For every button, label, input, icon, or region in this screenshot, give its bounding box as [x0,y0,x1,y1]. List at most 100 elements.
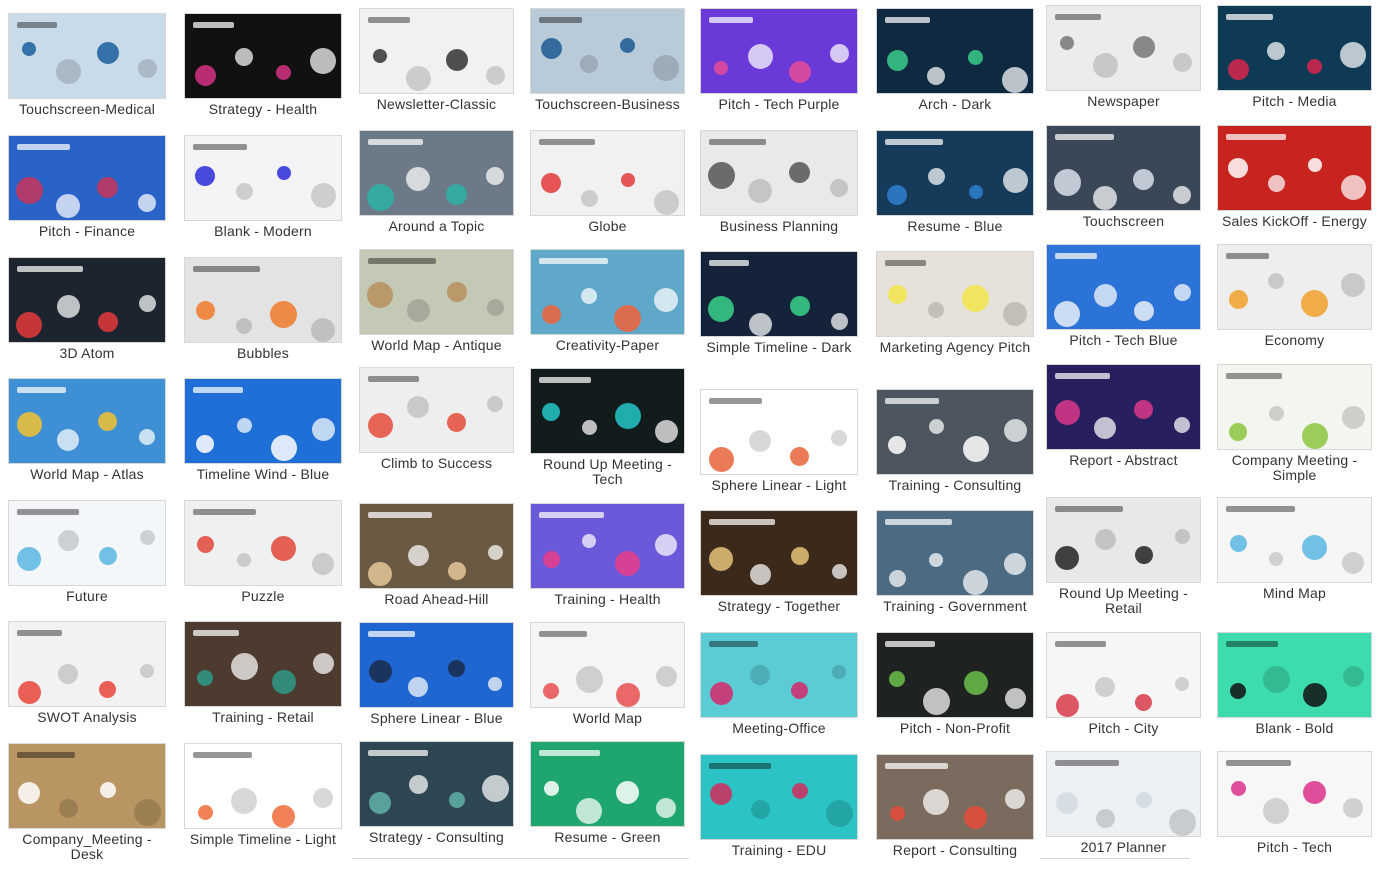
template-thumbnail[interactable] [8,621,166,707]
template-label[interactable]: 3D Atom [4,346,170,361]
template-label[interactable]: Pitch - Tech Blue [1042,333,1205,348]
template-thumbnail[interactable] [8,13,166,99]
template-thumbnail[interactable] [876,251,1034,337]
template-card-strategy-health[interactable]: Strategy - Health [184,13,342,133]
template-label[interactable]: Economy [1213,333,1376,348]
template-label[interactable]: Training - EDU [696,843,862,858]
template-label[interactable]: SWOT Analysis [4,710,170,725]
template-label[interactable]: Round Up Meeting - Tech [526,457,689,487]
template-label[interactable]: Strategy - Consulting [355,830,518,845]
template-card-pitch-media[interactable]: Pitch - Media [1217,5,1372,125]
template-card-meeting-office[interactable]: Meeting-Office [700,632,858,752]
template-label[interactable]: Around a Topic [355,219,518,234]
template-label[interactable]: Climb to Success [355,456,518,471]
template-label[interactable]: Sales KickOff - Energy [1213,214,1376,229]
template-thumbnail[interactable] [359,741,514,827]
template-card-pitch-tech-purple[interactable]: Pitch - Tech Purple [700,8,858,128]
template-label[interactable]: Blank - Modern [180,224,346,239]
template-label[interactable]: Training - Consulting [872,478,1038,493]
template-thumbnail[interactable] [359,622,514,708]
template-thumbnail[interactable] [876,389,1034,475]
template-label[interactable]: Pitch - Non-Profit [872,721,1038,736]
template-thumbnail[interactable] [8,743,166,829]
template-card-3d-atom[interactable]: 3D Atom [8,257,166,377]
template-card-globe[interactable]: Globe [530,130,685,250]
template-label[interactable]: Newspaper [1042,94,1205,109]
template-label[interactable]: Future [4,589,170,604]
template-card-company-meeting-simple[interactable]: Company Meeting - Simple [1217,364,1372,484]
template-card-creativity-paper[interactable]: Creativity-Paper [530,249,685,369]
template-card-training-edu[interactable]: Training - EDU [700,754,858,874]
template-card-world-map-atlas[interactable]: World Map - Atlas [8,378,166,498]
template-label[interactable]: World Map - Atlas [4,467,170,482]
template-card-puzzle[interactable]: Puzzle [184,500,342,620]
template-label[interactable]: Blank - Bold [1213,721,1376,736]
template-label[interactable]: Timeline Wind - Blue [180,467,346,482]
template-card-pitch-non-profit[interactable]: Pitch - Non-Profit [876,632,1034,752]
template-thumbnail[interactable] [359,249,514,335]
template-card-pitch-city[interactable]: Pitch - City [1046,632,1201,752]
template-thumbnail[interactable] [184,621,342,707]
template-thumbnail[interactable] [876,510,1034,596]
template-thumbnail[interactable] [184,378,342,464]
template-card-world-map[interactable]: World Map [530,622,685,742]
template-card-blank-bold[interactable]: Blank - Bold [1217,632,1372,752]
template-label[interactable]: Training - Government [872,599,1038,614]
template-card-round-up-meeting-retail[interactable]: Round Up Meeting - Retail [1046,497,1201,617]
template-card-business-planning[interactable]: Business Planning [700,130,858,250]
template-card-climb-to-success[interactable]: Climb to Success [359,367,514,487]
template-card-touchscreen-business[interactable]: Touchscreen-Business [530,8,685,128]
template-label[interactable]: Road Ahead-Hill [355,592,518,607]
template-card-newspaper[interactable]: Newspaper [1046,5,1201,125]
template-thumbnail[interactable] [8,500,166,586]
template-card-swot-analysis[interactable]: SWOT Analysis [8,621,166,741]
template-thumbnail[interactable] [1046,632,1201,718]
template-card-sphere-linear-blue[interactable]: Sphere Linear - Blue [359,622,514,742]
template-thumbnail[interactable] [700,8,858,94]
template-thumbnail[interactable] [530,130,685,216]
template-label[interactable]: Round Up Meeting - Retail [1042,586,1205,616]
template-thumbnail[interactable] [876,130,1034,216]
template-label[interactable]: 2017 Planner [1042,840,1205,855]
template-label[interactable]: Simple Timeline - Dark [696,340,862,355]
template-thumbnail[interactable] [1217,5,1372,91]
template-thumbnail[interactable] [184,743,342,829]
template-thumbnail[interactable] [530,368,685,454]
template-label[interactable]: Training - Retail [180,710,346,725]
template-thumbnail[interactable] [359,130,514,216]
template-card-pitch-tech[interactable]: Pitch - Tech [1217,751,1372,871]
template-card-sphere-linear-light[interactable]: Sphere Linear - Light [700,389,858,509]
template-label[interactable]: Newsletter-Classic [355,97,518,112]
template-thumbnail[interactable] [8,135,166,221]
template-thumbnail[interactable] [700,632,858,718]
template-thumbnail[interactable] [1217,244,1372,330]
template-label[interactable]: Mind Map [1213,586,1376,601]
template-thumbnail[interactable] [1046,497,1201,583]
template-card-bubbles[interactable]: Bubbles [184,257,342,377]
template-thumbnail[interactable] [1046,751,1201,837]
template-thumbnail[interactable] [184,135,342,221]
template-thumbnail[interactable] [184,13,342,99]
template-thumbnail[interactable] [876,632,1034,718]
template-card-blank-modern[interactable]: Blank - Modern [184,135,342,255]
template-card-pitch-tech-blue[interactable]: Pitch - Tech Blue [1046,244,1201,364]
template-thumbnail[interactable] [184,500,342,586]
template-thumbnail[interactable] [530,503,685,589]
template-thumbnail[interactable] [1046,5,1201,91]
template-label[interactable]: Company_Meeting - Desk [4,832,170,862]
template-card-newsletter-classic[interactable]: Newsletter-Classic [359,8,514,128]
template-card-simple-timeline-light[interactable]: Simple Timeline - Light [184,743,342,863]
template-card-resume-green[interactable]: Resume - Green [530,741,685,861]
template-thumbnail[interactable] [1217,364,1372,450]
template-thumbnail[interactable] [876,8,1034,94]
template-card-training-consulting[interactable]: Training - Consulting [876,389,1034,509]
template-card-around-a-topic[interactable]: Around a Topic [359,130,514,250]
template-label[interactable]: Simple Timeline - Light [180,832,346,847]
template-card-2017-planner[interactable]: 2017 Planner [1046,751,1201,871]
template-label[interactable]: Pitch - Media [1213,94,1376,109]
template-label[interactable]: Strategy - Together [696,599,862,614]
template-thumbnail[interactable] [700,130,858,216]
template-label[interactable]: Arch - Dark [872,97,1038,112]
template-thumbnail[interactable] [1217,751,1372,837]
template-label[interactable]: Globe [526,219,689,234]
